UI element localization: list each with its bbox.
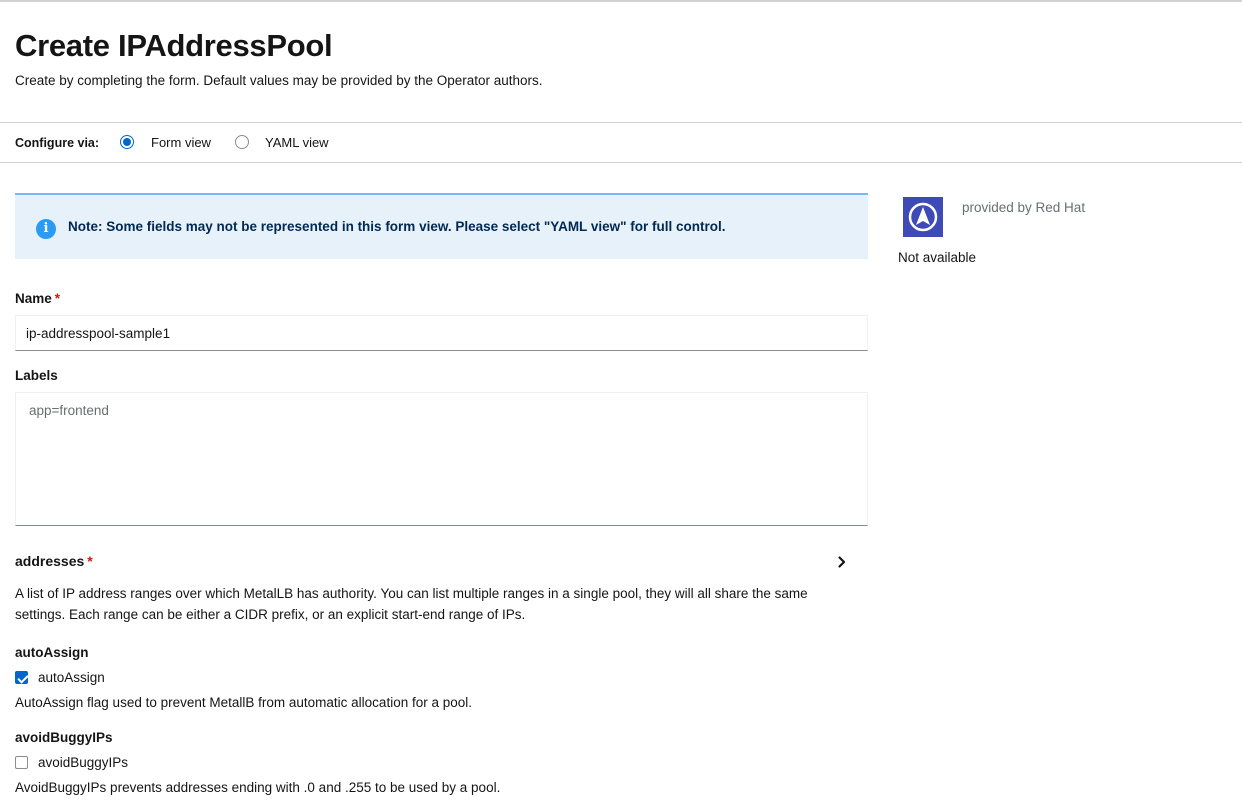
page-title: Create IPAddressPool: [15, 28, 333, 63]
provider-text: provided by Red Hat: [962, 200, 1086, 215]
yaml-view-radio[interactable]: [235, 135, 249, 149]
labels-label: Labels: [15, 368, 58, 383]
avoidbuggyips-checkbox-label[interactable]: avoidBuggyIPs: [38, 755, 128, 770]
chevron-right-icon[interactable]: [835, 555, 849, 569]
top-border: [0, 0, 1242, 2]
alert-text: Note: Some fields may not be represented…: [68, 219, 726, 234]
labels-textarea[interactable]: [15, 392, 868, 526]
name-input[interactable]: [15, 315, 868, 351]
info-circle-icon: i: [36, 219, 56, 239]
configure-via-label: Configure via:: [15, 136, 100, 150]
required-mark: *: [87, 553, 93, 569]
name-label: Name *: [15, 291, 60, 306]
name-label-text: Name: [15, 291, 52, 306]
avoidbuggyips-title: avoidBuggyIPs: [15, 730, 113, 745]
configure-via-bar: Configure via: Form view YAML view: [0, 122, 1242, 163]
form-view-radio[interactable]: [120, 135, 134, 149]
avoidbuggyips-description: AvoidBuggyIPs prevents addresses ending …: [15, 780, 501, 795]
addresses-label: addresses: [15, 553, 85, 569]
addresses-section-title[interactable]: addresses *: [15, 553, 93, 569]
page-subtitle: Create by completing the form. Default v…: [15, 73, 543, 88]
info-alert: i Note: Some fields may not be represent…: [15, 193, 868, 259]
operator-logo-icon: [903, 197, 943, 237]
availability-text: Not available: [898, 250, 977, 265]
required-mark: *: [54, 291, 61, 306]
autoassign-title: autoAssign: [15, 645, 89, 660]
yaml-view-label[interactable]: YAML view: [265, 135, 329, 150]
avoidbuggyips-checkbox[interactable]: [15, 756, 28, 769]
autoassign-checkbox[interactable]: [15, 671, 28, 684]
form-view-label[interactable]: Form view: [151, 135, 211, 150]
autoassign-checkbox-label[interactable]: autoAssign: [38, 670, 105, 685]
addresses-description: A list of IP address ranges over which M…: [15, 586, 808, 622]
autoassign-description: AutoAssign flag used to prevent MetallB …: [15, 695, 472, 710]
